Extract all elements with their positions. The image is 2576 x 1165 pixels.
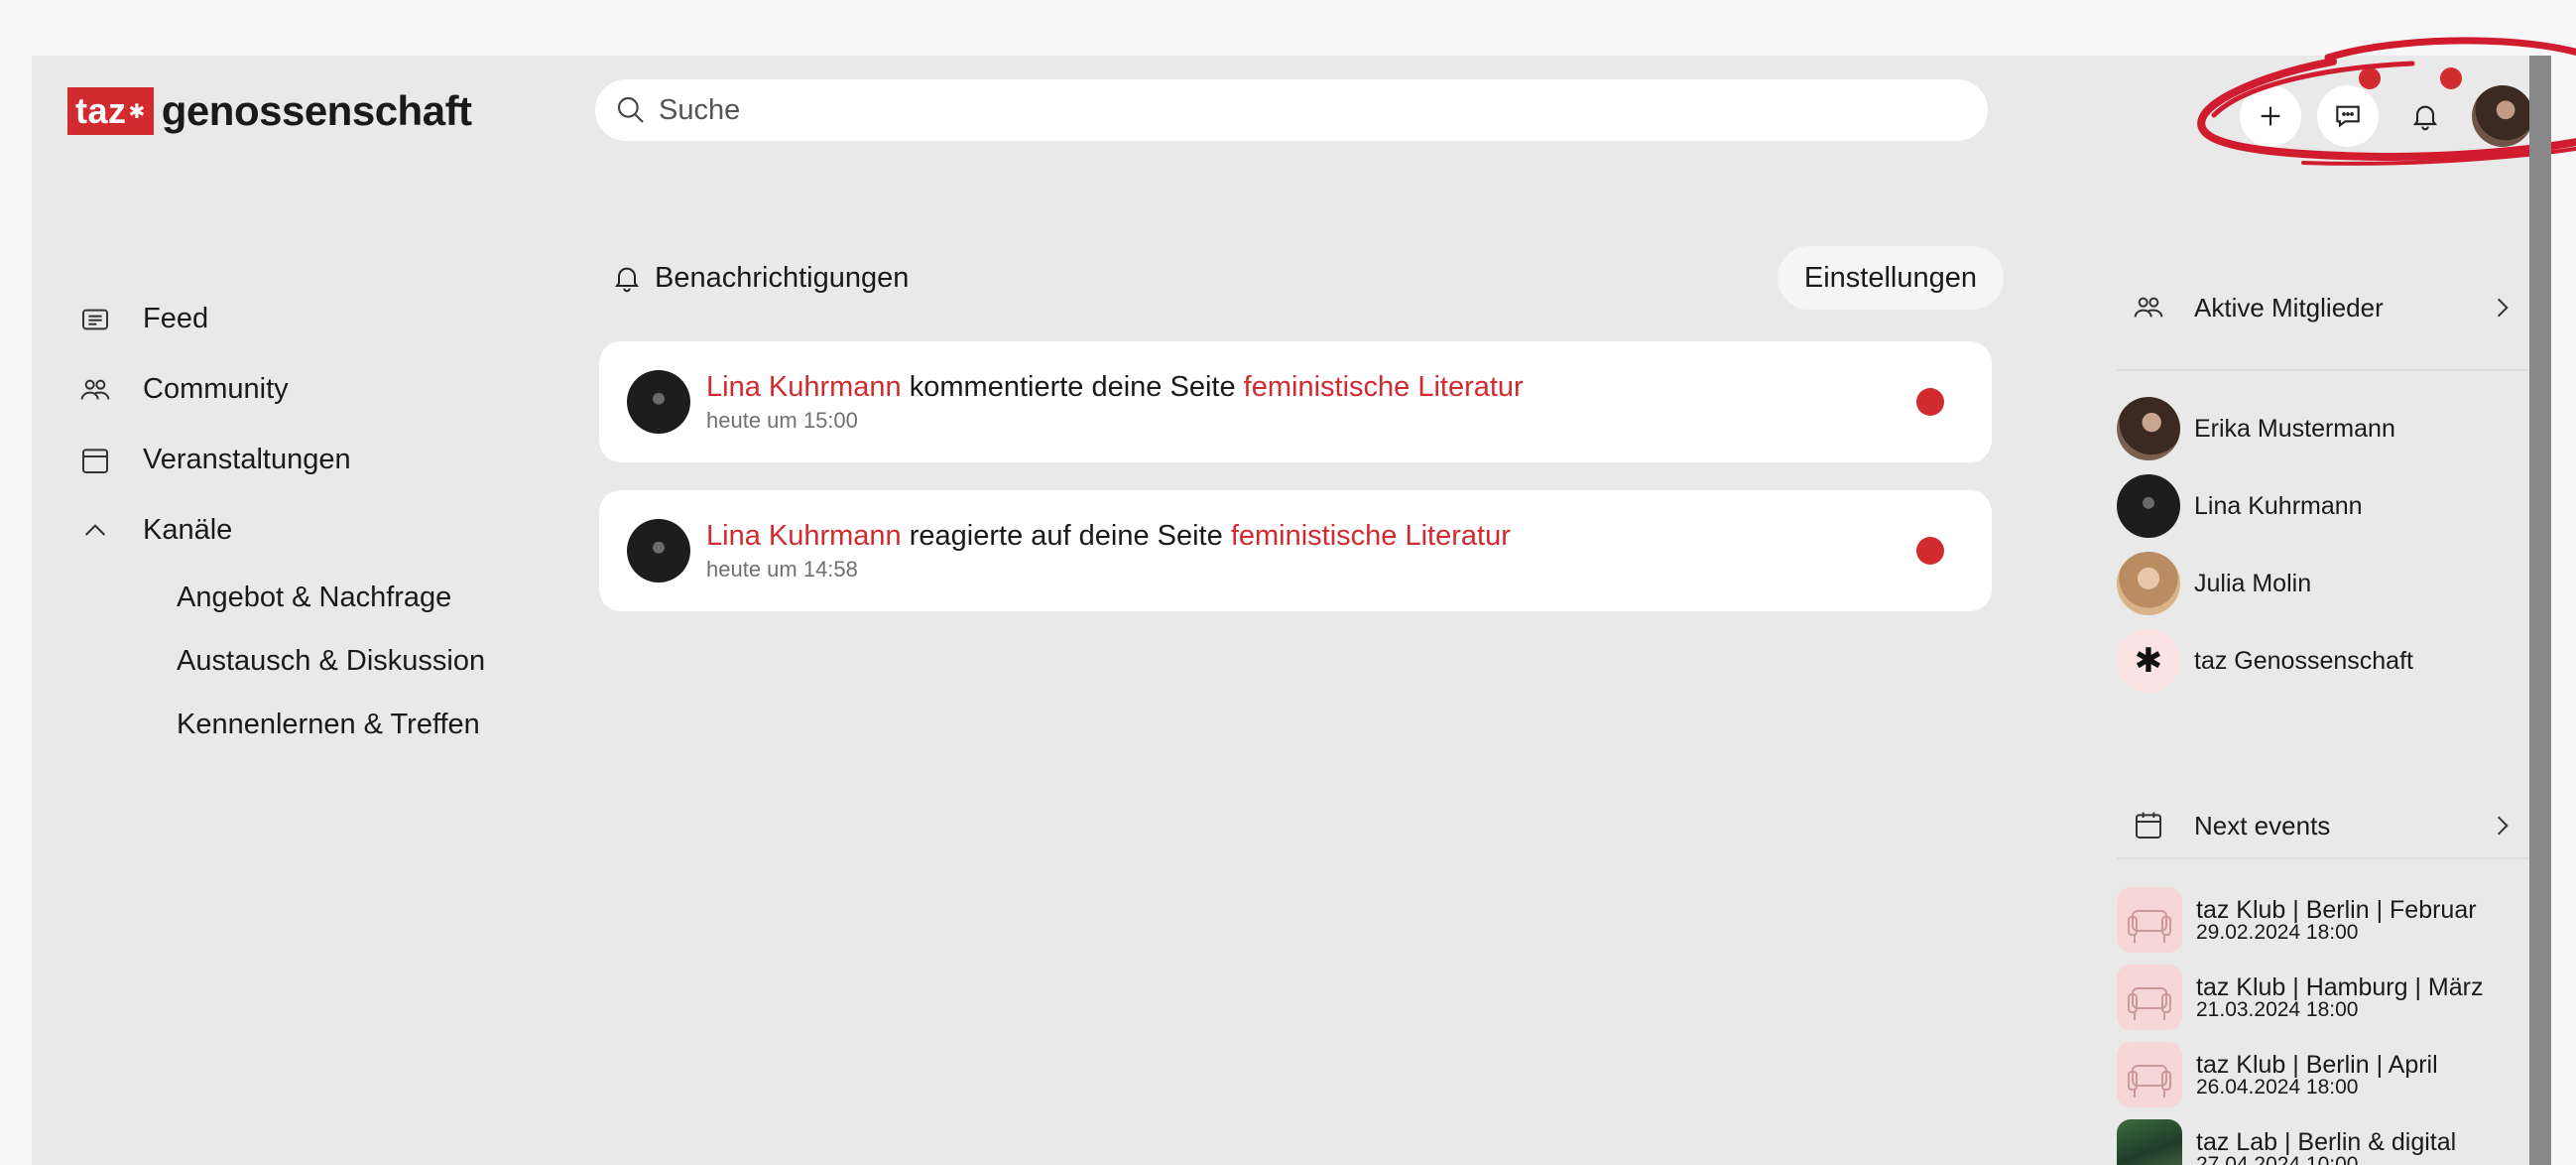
event-item[interactable]: taz Klub | Berlin | Februar 29.02.2024 1…: [2117, 887, 2477, 953]
calendar-icon: [82, 448, 108, 473]
event-thumbnail: [2117, 1119, 2182, 1165]
sidebar-item-label: Feed: [143, 303, 209, 334]
sidebar-item-community[interactable]: Community: [79, 354, 526, 425]
plus-icon: [2261, 106, 2280, 126]
page-title: Benachrichtigungen: [655, 261, 910, 294]
sidebar-item-events[interactable]: Veranstaltungen: [79, 425, 526, 495]
notification-action: reagierte auf deine Seite: [901, 519, 1231, 552]
community-icon: [2134, 297, 2163, 318]
sidebar-item-label: Community: [143, 373, 289, 405]
active-members-header[interactable]: Aktive Mitglieder: [2133, 278, 2529, 337]
paw-icon: ✱: [128, 100, 146, 123]
feed-icon: [82, 309, 108, 329]
event-date: 26.04.2024 18:00: [2196, 1076, 2359, 1099]
notification-action: kommentierte deine Seite: [901, 370, 1244, 403]
member-name: Erika Mustermann: [2194, 414, 2395, 443]
member-name: Lina Kuhrmann: [2194, 491, 2363, 520]
bell-icon: [615, 267, 639, 293]
bell-icon: [2412, 105, 2438, 131]
chevron-up-icon: [84, 523, 106, 536]
event-item[interactable]: taz Lab | Berlin & digital 27.04.2024 10…: [2117, 1119, 2456, 1165]
sidebar-item-label: Veranstaltungen: [143, 444, 351, 475]
chevron-right-icon: [2497, 298, 2509, 318]
event-date: 27.04.2024 10:00: [2196, 1153, 2359, 1165]
add-button[interactable]: [2240, 85, 2301, 147]
member-item[interactable]: Julia Molin: [2117, 552, 2311, 615]
logo-badge: taz ✱: [67, 87, 154, 135]
app-window: taz ✱ genossenschaft Feed Community: [32, 37, 2576, 1165]
sidebar-item-label: Kanäle: [143, 514, 233, 546]
sidebar-item-channels[interactable]: Kanäle: [79, 495, 526, 566]
search-bar[interactable]: [595, 79, 1988, 141]
message-icon: [2336, 105, 2360, 128]
section-title: Next events: [2194, 810, 2331, 841]
channel-item[interactable]: Austausch & Diskussion: [79, 629, 526, 693]
event-title: taz Klub | Berlin | Februar: [2196, 896, 2477, 924]
event-thumbnail: [2117, 887, 2182, 953]
logo-text: genossenschaft: [161, 87, 472, 134]
member-item[interactable]: ✱ taz Genossenschaft: [2117, 629, 2413, 693]
notification-target[interactable]: feministische Literatur: [1244, 371, 1524, 403]
channel-item[interactable]: Kennenlernen & Treffen: [79, 693, 526, 756]
sidebar-nav: Feed Community Veranstaltungen Kanäle An…: [79, 284, 526, 756]
section-title: Aktive Mitglieder: [2194, 292, 2384, 323]
next-events-header[interactable]: Next events: [2133, 796, 2529, 855]
armchair-icon: [2128, 910, 2171, 943]
event-date: 21.03.2024 18:00: [2196, 998, 2359, 1021]
avatar: [627, 370, 690, 434]
community-icon: [80, 379, 110, 399]
notification-time: heute um 14:58: [706, 556, 858, 582]
notifications-button[interactable]: [2394, 85, 2456, 147]
notification-actor[interactable]: Lina Kuhrmann: [706, 371, 902, 403]
search-input[interactable]: [659, 93, 1948, 127]
event-thumbnail: [2117, 1042, 2182, 1107]
messages-badge: [2359, 67, 2381, 89]
event-item[interactable]: taz Klub | Hamburg | März 21.03.2024 18:…: [2117, 965, 2483, 1030]
member-item[interactable]: Lina Kuhrmann: [2117, 474, 2363, 538]
search-icon: [617, 96, 644, 123]
member-name: Julia Molin: [2194, 569, 2312, 597]
chevron-right-icon: [2497, 816, 2509, 836]
event-date: 29.02.2024 18:00: [2196, 921, 2359, 944]
divider: [2117, 369, 2538, 371]
event-title: taz Klub | Hamburg | März: [2196, 973, 2484, 1001]
avatar: [2117, 397, 2180, 460]
avatar: [627, 519, 690, 582]
armchair-icon: [2128, 1065, 2171, 1098]
notification-actor[interactable]: Lina Kuhrmann: [706, 520, 902, 552]
taz-paw-icon: ✱: [2117, 629, 2180, 693]
calendar-icon: [2136, 812, 2161, 839]
scrollbar[interactable]: [2529, 56, 2551, 1165]
settings-button[interactable]: Einstellungen: [1777, 246, 2004, 310]
notification-item[interactable]: Lina Kuhrmann reagierte auf deine Seite …: [599, 490, 1992, 611]
member-item[interactable]: Erika Mustermann: [2117, 397, 2395, 460]
armchair-icon: [2128, 987, 2171, 1020]
notification-item[interactable]: Lina Kuhrmann kommentierte deine Seite f…: [599, 341, 1992, 462]
event-title: taz Lab | Berlin & digital: [2196, 1128, 2457, 1156]
notifications-header: Benachrichtigungen Einstellungen: [611, 246, 2004, 310]
avatar: [2117, 474, 2180, 538]
notifications-badge: [2440, 67, 2462, 89]
user-avatar[interactable]: [2472, 85, 2533, 147]
event-thumbnail: [2117, 965, 2182, 1030]
divider: [2117, 857, 2538, 859]
sidebar-item-feed[interactable]: Feed: [79, 284, 526, 354]
channel-item[interactable]: Angebot & Nachfrage: [79, 566, 526, 629]
logo-brand: taz: [75, 90, 127, 131]
event-title: taz Klub | Berlin | April: [2196, 1051, 2438, 1079]
unread-dot: [1916, 388, 1944, 416]
member-name: taz Genossenschaft: [2194, 646, 2413, 675]
unread-dot: [1916, 537, 1944, 565]
event-item[interactable]: taz Klub | Berlin | April 26.04.2024 18:…: [2117, 1042, 2438, 1107]
logo[interactable]: taz ✱ genossenschaft: [67, 87, 472, 135]
avatar: [2117, 552, 2180, 615]
messages-button[interactable]: [2317, 85, 2379, 147]
notification-target[interactable]: feministische Literatur: [1231, 520, 1511, 552]
notification-time: heute um 15:00: [706, 407, 858, 433]
